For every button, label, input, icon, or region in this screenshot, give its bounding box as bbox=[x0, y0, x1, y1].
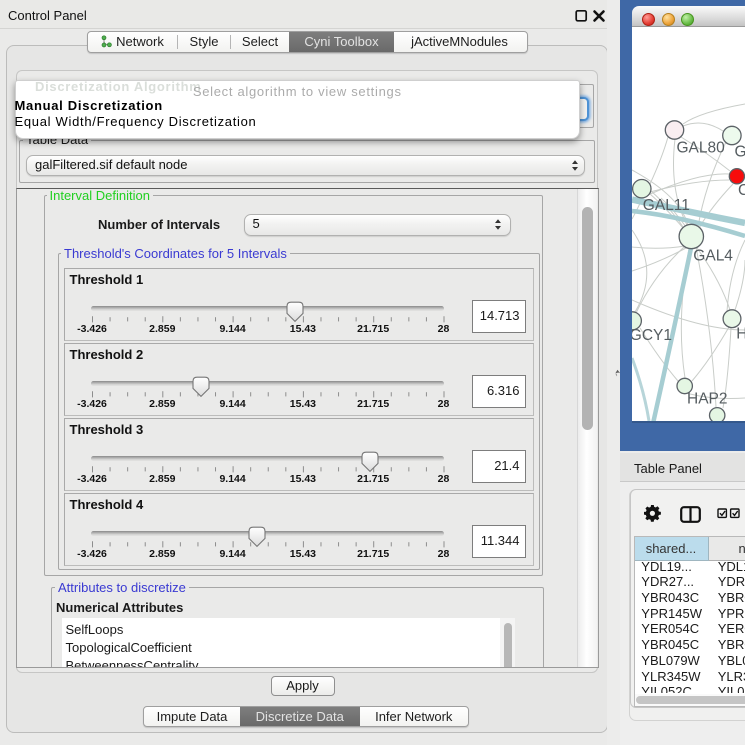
svg-text:GCY1: GCY1 bbox=[632, 327, 672, 344]
svg-text:GAL4: GAL4 bbox=[693, 247, 733, 264]
svg-text:HAP2: HAP2 bbox=[687, 391, 728, 408]
svg-text:GAL80: GAL80 bbox=[677, 139, 726, 156]
svg-text:GAL11: GAL11 bbox=[643, 197, 690, 214]
svg-text:H: H bbox=[736, 326, 745, 343]
svg-text:GA: GA bbox=[735, 144, 745, 161]
svg-text:C: C bbox=[738, 182, 745, 199]
